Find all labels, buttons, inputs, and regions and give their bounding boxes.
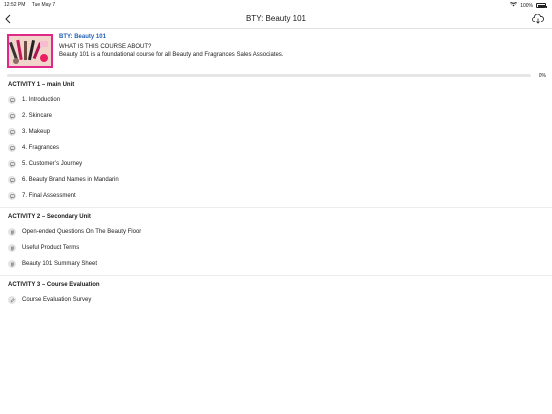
list-item[interactable]: 5. Customer’s Journey bbox=[8, 158, 82, 170]
battery-percent: 100% bbox=[520, 2, 533, 9]
list-item[interactable]: 7. Final Assessment bbox=[8, 190, 76, 202]
nav-bar: BTY: Beauty 101 bbox=[0, 10, 552, 29]
list-item[interactable]: Useful Product Terms bbox=[8, 242, 79, 254]
chat-icon bbox=[8, 192, 16, 200]
battery-icon bbox=[536, 3, 547, 8]
status-date: Tue May 7 bbox=[31, 2, 56, 8]
document-icon bbox=[8, 228, 16, 236]
list-item-label: 7. Final Assessment bbox=[22, 193, 76, 199]
progress-label: 0% bbox=[538, 73, 546, 79]
list-item-label: Useful Product Terms bbox=[22, 245, 80, 251]
course-question: WHAT IS THIS COURSE ABOUT? bbox=[59, 44, 152, 50]
chat-icon bbox=[8, 96, 16, 104]
course-description: Beauty 101 is a foundational course for … bbox=[59, 52, 284, 58]
activity-title: ACTIVITY 2 – Secondary Unit bbox=[8, 214, 91, 220]
list-item[interactable]: Course Evaluation Survey bbox=[8, 294, 91, 306]
status-bar: 12:52 PM Tue May 7 100% bbox=[0, 0, 552, 10]
list-item-label: 3. Makeup bbox=[22, 129, 51, 135]
course-thumbnail bbox=[7, 34, 53, 68]
divider bbox=[0, 207, 552, 208]
list-item-label: 1. Introduction bbox=[22, 97, 61, 103]
list-item[interactable]: Open-ended Questions On The Beauty Floor bbox=[8, 226, 141, 238]
divider bbox=[0, 275, 552, 276]
progress-bar bbox=[7, 74, 531, 77]
page-title: BTY: Beauty 101 bbox=[245, 14, 307, 23]
list-item[interactable]: 2. Skincare bbox=[8, 110, 52, 122]
course-title[interactable]: BTY: Beauty 101 bbox=[59, 34, 106, 40]
list-item[interactable]: 6. Beauty Brand Names in Mandarin bbox=[8, 174, 119, 186]
chat-icon bbox=[8, 112, 16, 120]
document-icon bbox=[8, 244, 16, 252]
course-header: BTY: Beauty 101 WHAT IS THIS COURSE ABOU… bbox=[7, 34, 547, 70]
list-item-label: Course Evaluation Survey bbox=[22, 297, 92, 303]
list-item[interactable]: 1. Introduction bbox=[8, 94, 60, 106]
list-item-label: Beauty 101 Summary Sheet bbox=[22, 261, 98, 267]
list-item-label: 4. Fragrances bbox=[22, 145, 60, 151]
chat-icon bbox=[8, 176, 16, 184]
list-item-label: 6. Beauty Brand Names in Mandarin bbox=[22, 177, 119, 183]
chat-icon bbox=[8, 128, 16, 136]
activity-title: ACTIVITY 3 – Course Evaluation bbox=[8, 282, 100, 288]
list-item-label: 2. Skincare bbox=[22, 113, 53, 119]
chat-icon bbox=[8, 160, 16, 168]
pencil-icon bbox=[8, 296, 16, 304]
download-button[interactable] bbox=[532, 13, 544, 25]
document-icon bbox=[8, 260, 16, 268]
activity-title: ACTIVITY 1 – main Unit bbox=[8, 82, 75, 88]
status-time: 12:52 PM bbox=[4, 2, 26, 8]
list-item-label: Open-ended Questions On The Beauty Floor bbox=[22, 229, 142, 235]
list-item-label: 5. Customer’s Journey bbox=[22, 161, 83, 167]
course-progress: 0% bbox=[7, 73, 547, 79]
chat-icon bbox=[8, 144, 16, 152]
list-item[interactable]: 3. Makeup bbox=[8, 126, 50, 138]
list-item[interactable]: Beauty 101 Summary Sheet bbox=[8, 258, 97, 270]
list-item[interactable]: 4. Fragrances bbox=[8, 142, 59, 154]
cloud-download-icon bbox=[532, 14, 544, 24]
wifi-icon bbox=[510, 1, 518, 9]
